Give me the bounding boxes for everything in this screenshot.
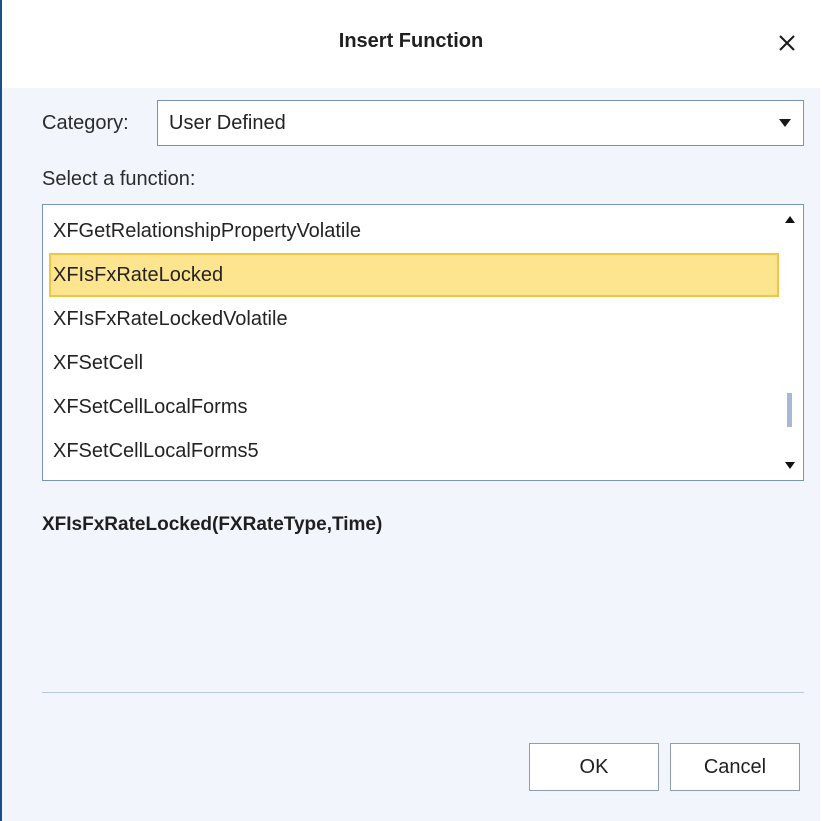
select-function-label: Select a function: bbox=[42, 168, 196, 190]
ok-button[interactable]: OK bbox=[529, 743, 659, 791]
category-label: Category: bbox=[42, 112, 129, 134]
category-selected-value: User Defined bbox=[169, 112, 286, 134]
vertical-scrollbar[interactable] bbox=[777, 205, 803, 480]
insert-function-dialog: Insert Function Category: User Defined S… bbox=[0, 0, 820, 821]
category-dropdown[interactable]: User Defined bbox=[157, 100, 804, 146]
scroll-down-arrow-icon[interactable] bbox=[785, 462, 795, 469]
function-signature: XFIsFxRateLocked(FXRateType,Time) bbox=[42, 514, 383, 535]
function-list-item-selected[interactable]: XFIsFxRateLocked bbox=[49, 253, 779, 297]
function-list-item[interactable]: XFSetCellLocalForms5 bbox=[49, 429, 779, 473]
scroll-up-arrow-icon[interactable] bbox=[785, 216, 795, 223]
function-listbox[interactable]: XFGetRelationshipPropertyVolatile XFIsFx… bbox=[42, 204, 804, 481]
chevron-down-icon bbox=[779, 119, 791, 127]
scrollbar-thumb[interactable] bbox=[787, 393, 792, 427]
close-icon bbox=[779, 35, 795, 51]
title-bar: Insert Function bbox=[2, 0, 820, 88]
close-button[interactable] bbox=[772, 28, 802, 58]
dialog-title: Insert Function bbox=[338, 30, 484, 52]
function-list-item[interactable]: XFSetCellLocalForms bbox=[49, 385, 779, 429]
function-list-item[interactable]: XFIsFxRateLockedVolatile bbox=[49, 297, 779, 341]
function-list-item[interactable]: XFSetCell bbox=[49, 341, 779, 385]
divider bbox=[42, 692, 804, 693]
function-list-item[interactable]: XFGetRelationshipPropertyVolatile bbox=[49, 209, 779, 253]
function-list-items: XFGetRelationshipPropertyVolatile XFIsFx… bbox=[49, 209, 779, 473]
cancel-button[interactable]: Cancel bbox=[670, 743, 800, 791]
